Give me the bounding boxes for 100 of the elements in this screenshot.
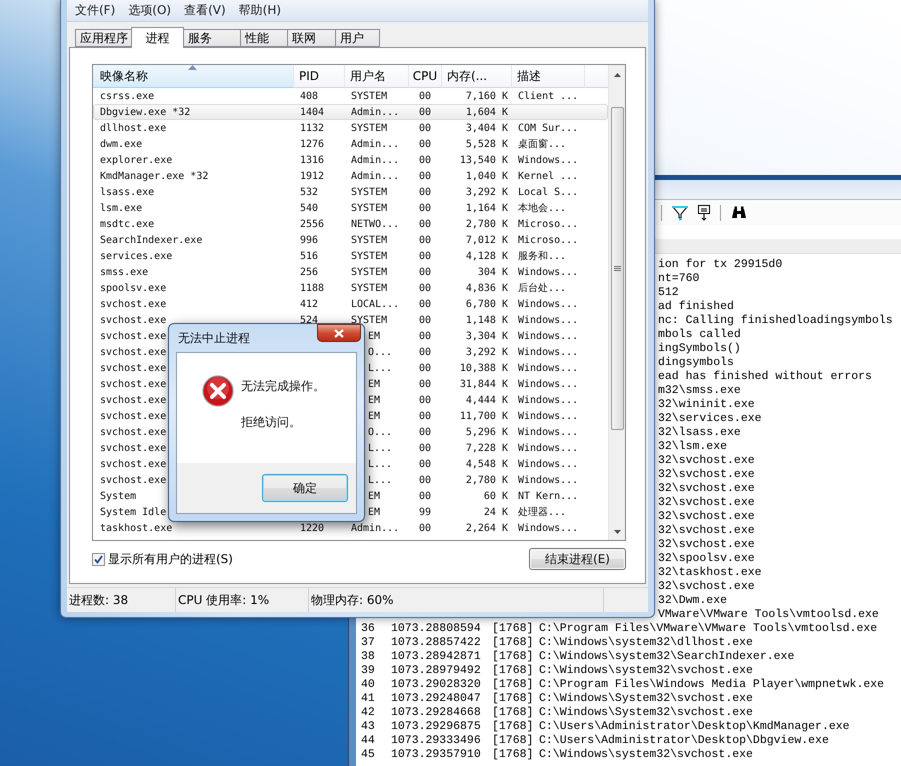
log-time: 1073.28942871 (391, 650, 482, 662)
column-header[interactable]: 映像名称 (93, 65, 294, 88)
table-cell: 00 (419, 410, 432, 422)
table-cell: svchost.exe (100, 394, 166, 406)
log-time: 1073.29284668 (391, 706, 482, 718)
table-cell: svchost.exe (100, 362, 166, 374)
table-cell: NETWO... (351, 218, 400, 230)
scroll-down-icon[interactable] (614, 530, 620, 534)
column-header[interactable]: CPU (409, 65, 442, 88)
tab[interactable]: 用户 (335, 29, 380, 47)
table-cell: 00 (419, 234, 432, 246)
table-cell: Windows... (518, 458, 578, 470)
table-cell: EM (368, 378, 380, 390)
table-cell: 11,700 K (460, 410, 508, 422)
log-line: ingSymbols() (658, 342, 741, 354)
table-cell: Kernel ... (518, 170, 578, 182)
table-cell: 1,040 K (466, 170, 508, 182)
log-time: 1073.29296875 (391, 720, 482, 732)
table-cell: 00 (419, 154, 432, 166)
table-cell: NT Kern... (518, 490, 578, 502)
column-header[interactable]: 用户名 (345, 65, 409, 88)
table-cell: Windows... (518, 426, 578, 438)
table-cell: dllhost.exe (100, 122, 166, 134)
table-cell: 00 (419, 186, 432, 198)
filter-icon[interactable] (672, 204, 688, 220)
table-cell: lsass.exe (100, 186, 154, 198)
log-line: dingsymbols (658, 356, 734, 368)
table-cell: 00 (419, 90, 432, 102)
table-cell: Admin... (351, 138, 400, 150)
table-cell: 00 (419, 298, 432, 310)
table-cell: EM (368, 506, 380, 518)
table-cell: 7,012 K (466, 234, 508, 246)
table-cell: L... (368, 442, 392, 454)
menu-item[interactable]: 帮助(H) (238, 2, 282, 19)
log-message: C:\Users\Administrator\Desktop\KmdManager.exe (539, 720, 851, 732)
column-header[interactable]: PID (294, 65, 345, 88)
table-cell: SYSTEM (351, 90, 388, 102)
log-line: 32\services.exe (658, 412, 762, 424)
log-line: 32\lsm.exe (658, 440, 728, 452)
table-cell: 3,292 K (466, 186, 508, 198)
table-cell: O... (368, 426, 392, 438)
menu-item[interactable]: 查看(V) (184, 2, 226, 19)
log-index: 38 (360, 650, 376, 662)
log-time: 1073.28808594 (391, 622, 482, 634)
log-line: 32\svchost.exe (658, 524, 755, 536)
log-line: 32\svchost.exe (658, 510, 755, 522)
scrollbar[interactable] (608, 65, 625, 540)
log-line: 32\spoolsv.exe (658, 552, 755, 564)
scroll-thumb[interactable] (610, 107, 624, 430)
table-cell: svchost.exe (100, 314, 166, 326)
close-icon (334, 328, 344, 338)
checkmark-icon (94, 554, 103, 564)
ok-button[interactable]: 确定 (262, 474, 348, 502)
end-process-button[interactable]: 结束进程(E) (529, 548, 626, 570)
column-header[interactable]: 内存(... (442, 65, 512, 88)
table-cell: 00 (419, 474, 432, 486)
table-cell: Admin... (351, 170, 400, 182)
table-cell: 99 (419, 506, 432, 518)
table-cell: 2,780 K (466, 474, 508, 486)
close-button[interactable] (317, 324, 361, 342)
table-cell: 540 (300, 202, 318, 214)
table-cell: 00 (419, 250, 432, 262)
menu-item[interactable]: 选项(O) (128, 2, 172, 19)
log-index: 36 (360, 622, 376, 634)
tab[interactable]: 应用程序 (75, 29, 132, 47)
table-cell: 4,836 K (466, 282, 508, 294)
menu-item[interactable]: 文件(F) (75, 2, 116, 19)
table-cell: 00 (419, 106, 432, 118)
tab[interactable]: 服务 (183, 29, 241, 47)
table-cell: 60 K (484, 490, 508, 502)
table-cell: SYSTEM (351, 282, 388, 294)
monitor-icon[interactable] (698, 204, 710, 220)
column-header[interactable]: 描述 (512, 65, 585, 88)
binoculars-icon[interactable] (731, 206, 747, 220)
table-cell: Windows... (518, 346, 578, 358)
tab[interactable]: 进程 (131, 27, 184, 48)
selected-row-highlight[interactable]: Dbgview.exe *32 1404 Admin... 00 1,604 K (93, 104, 608, 120)
table-cell: 7,160 K (466, 90, 508, 102)
table-cell: Microso... (518, 218, 578, 230)
log-pid: [1768] (492, 692, 534, 704)
log-line: 32\taskhost.exe (658, 566, 762, 578)
table-cell: svchost.exe (100, 458, 166, 470)
table-cell: 3,292 K (466, 346, 508, 358)
dialog-message: 无法完成操作。 (241, 378, 326, 395)
table-cell: 5,296 K (466, 426, 508, 438)
log-pid: [1768] (492, 664, 534, 676)
tab[interactable]: 联网 (287, 29, 336, 47)
table-cell: 1,148 K (466, 314, 508, 326)
table-cell: Windows... (518, 266, 578, 278)
table-cell: 00 (419, 138, 432, 150)
table-cell: svchost.exe (100, 346, 166, 358)
log-index: 37 (360, 636, 376, 648)
log-message: C:\Program Files\Windows Media Player\wmpnetwk.exe (539, 678, 886, 690)
log-pid: [1768] (492, 636, 534, 648)
table-cell: 13,540 K (460, 154, 508, 166)
log-index: 45 (360, 748, 376, 760)
scroll-up-icon[interactable] (614, 73, 620, 77)
table-cell-text: 处理器... (518, 506, 566, 519)
tab[interactable]: 性能 (240, 29, 288, 47)
log-message: C:\Windows\system32\svchost.exe (539, 664, 754, 676)
